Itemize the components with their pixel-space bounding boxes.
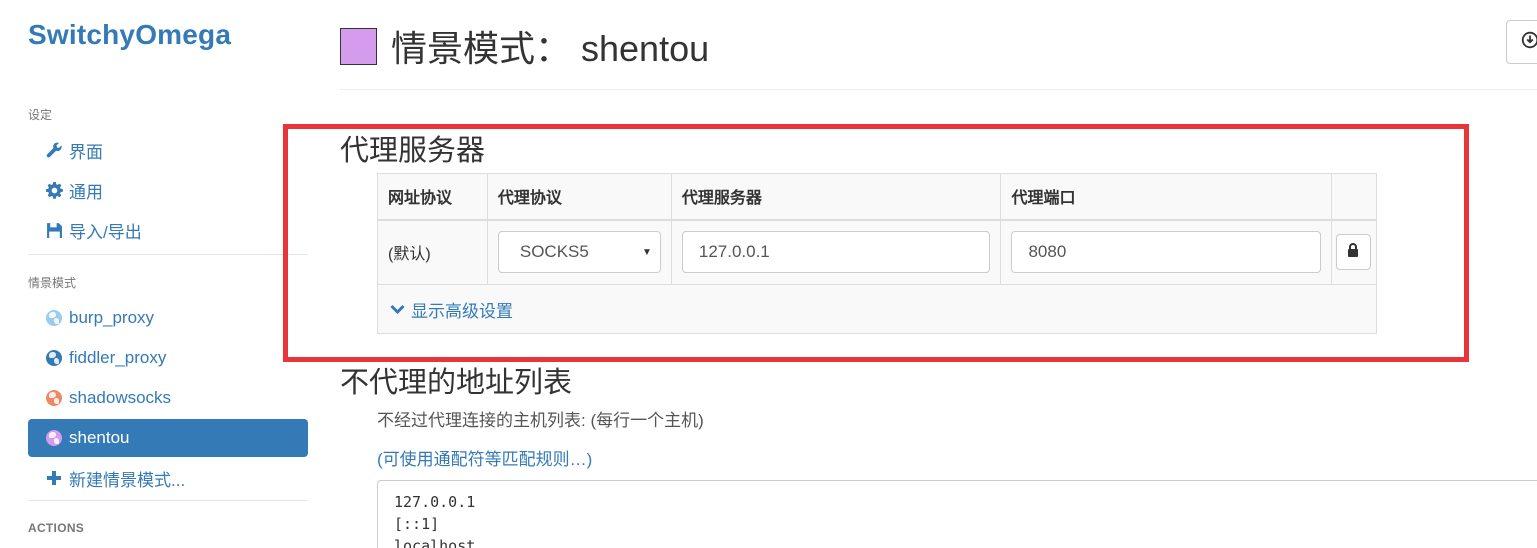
new-profile-label: 新建情景模式... bbox=[69, 470, 186, 490]
bypass-list-textarea[interactable]: 127.0.0.1 [::1] localhost bbox=[377, 480, 1537, 548]
server-cell: 127.0.0.1 bbox=[670, 219, 1002, 285]
sidebar-item-label: burp_proxy bbox=[69, 308, 155, 327]
table-header-row: 网址协议 代理协议 代理服务器 代理端口 bbox=[377, 173, 1378, 221]
wildcard-rules-link[interactable]: (可使用通配符等匹配规则…) bbox=[377, 445, 592, 470]
actions-section-header: ACTIONS bbox=[28, 521, 85, 535]
proxy-protocol-value: SOCKS5 bbox=[519, 242, 589, 262]
scheme-cell: (默认) bbox=[377, 219, 488, 285]
advanced-row: 显示高级设置 bbox=[377, 284, 1377, 334]
sidebar-item-import-export[interactable]: 导入/导出 bbox=[28, 211, 308, 249]
globe-icon bbox=[46, 430, 62, 446]
lock-icon bbox=[1347, 242, 1359, 262]
sidebar-item-general[interactable]: 通用 bbox=[28, 171, 308, 209]
settings-section-header: 设定 bbox=[28, 108, 53, 122]
proxy-servers-table: 网址协议 代理协议 代理服务器 代理端口 (默认) SOCKS5 ▼ 127.0… bbox=[377, 173, 1378, 334]
bypass-section-title: 不代理的地址列表 bbox=[340, 367, 573, 399]
dropdown-arrow-icon: ▼ bbox=[641, 246, 652, 258]
column-header-scheme: 网址协议 bbox=[377, 173, 488, 221]
profile-color-swatch[interactable] bbox=[340, 27, 377, 65]
lock-cell bbox=[1330, 219, 1378, 285]
page-header: 情景模式： shentou bbox=[340, 20, 709, 72]
sidebar-item-label: fiddler_proxy bbox=[69, 348, 167, 367]
column-header-protocol: 代理协议 bbox=[486, 173, 672, 221]
port-cell: 8080 bbox=[1000, 219, 1332, 285]
column-header-actions bbox=[1330, 173, 1378, 221]
chevron-down-icon bbox=[390, 304, 405, 314]
proxy-section-title: 代理服务器 bbox=[340, 135, 486, 167]
globe-icon bbox=[46, 350, 62, 366]
wrench-icon bbox=[46, 142, 66, 159]
gear-icon bbox=[46, 181, 66, 199]
globe-icon bbox=[46, 390, 62, 406]
floppy-icon bbox=[46, 222, 66, 239]
download-icon bbox=[1521, 31, 1537, 54]
auth-lock-button[interactable] bbox=[1335, 234, 1371, 271]
proxy-port-input[interactable]: 8080 bbox=[1011, 231, 1321, 274]
show-advanced-link[interactable]: 显示高级设置 bbox=[390, 297, 513, 322]
sidebar-item-shentou[interactable]: shentou bbox=[28, 419, 308, 457]
sidebar-item-label: 通用 bbox=[69, 182, 103, 202]
sidebar-item-label: shentou bbox=[69, 428, 130, 447]
sidebar-item-interface[interactable]: 界面 bbox=[28, 131, 308, 169]
sidebar-item-label: shadowsocks bbox=[69, 388, 172, 407]
show-advanced-label: 显示高级设置 bbox=[411, 301, 513, 321]
globe-icon bbox=[46, 310, 62, 326]
bypass-help-text: 不经过代理连接的主机列表: (每行一个主机) bbox=[377, 411, 704, 430]
new-profile-button[interactable]: 新建情景模式... bbox=[28, 459, 308, 497]
column-header-port: 代理端口 bbox=[1000, 173, 1332, 221]
table-row: (默认) SOCKS5 ▼ 127.0.0.1 8080 bbox=[377, 219, 1378, 285]
header-divider bbox=[340, 89, 1537, 90]
sidebar-item-label: 界面 bbox=[69, 142, 103, 162]
sidebar-divider bbox=[28, 500, 308, 501]
sidebar-item-burp-proxy[interactable]: burp_proxy bbox=[28, 299, 308, 337]
sidebar-divider bbox=[28, 254, 308, 255]
sidebar: SwitchyOmega 设定 界面 通用 导入/导出 情景模式 burp_pr… bbox=[0, 0, 320, 548]
protocol-cell: SOCKS5 ▼ bbox=[486, 219, 672, 285]
page-title: 情景模式： shentou bbox=[391, 28, 710, 69]
sidebar-item-label: 导入/导出 bbox=[69, 222, 142, 242]
advanced-cell: 显示高级设置 bbox=[377, 284, 1377, 334]
download-button[interactable] bbox=[1506, 20, 1537, 64]
main-content: 情景模式： shentou 代理服务器 网址协议 代理协议 代理服务器 代理端口… bbox=[340, 0, 1537, 548]
sidebar-item-shadowsocks[interactable]: shadowsocks bbox=[28, 379, 308, 417]
sidebar-item-fiddler-proxy[interactable]: fiddler_proxy bbox=[28, 339, 308, 377]
proxy-server-input[interactable]: 127.0.0.1 bbox=[681, 231, 991, 274]
app-brand[interactable]: SwitchyOmega bbox=[28, 19, 231, 51]
plus-icon bbox=[46, 470, 66, 486]
proxy-protocol-select[interactable]: SOCKS5 ▼ bbox=[497, 231, 661, 274]
profiles-section-header: 情景模式 bbox=[28, 276, 77, 290]
column-header-server: 代理服务器 bbox=[670, 173, 1002, 221]
